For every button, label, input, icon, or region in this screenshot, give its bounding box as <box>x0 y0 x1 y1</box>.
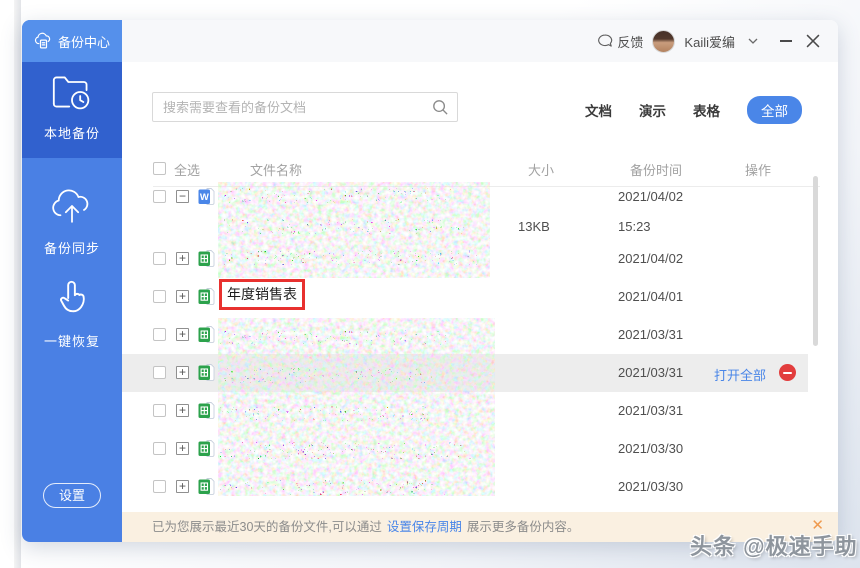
filter-tabs: 文档 演示 表格 全部 <box>585 96 802 124</box>
sidebar-header-backup-center: 备份中心 <box>22 20 122 62</box>
expand-expander[interactable]: + <box>176 480 189 493</box>
notice-text-before: 已为您展示最近30天的备份文件,可以通过 <box>152 520 382 534</box>
chevron-down-icon[interactable] <box>744 32 762 50</box>
row-backup-date: 2021/03/31 <box>618 365 684 380</box>
row-backup-date: 2021/04/01 <box>618 289 684 304</box>
column-name: 文件名称 <box>250 163 303 178</box>
user-avatar[interactable] <box>652 29 676 53</box>
row-checkbox[interactable] <box>153 442 166 455</box>
column-size: 大小 <box>528 163 555 178</box>
vertical-scrollbar-thumb[interactable] <box>813 176 818 346</box>
select-all-checkbox[interactable] <box>153 162 166 175</box>
search-box <box>152 92 458 122</box>
feedback-button[interactable]: 反馈 <box>597 32 643 50</box>
sheet-file-icon <box>198 439 215 463</box>
filter-tab-docs[interactable]: 文档 <box>585 100 612 120</box>
sidebar-header-label: 备份中心 <box>58 34 111 50</box>
filter-tab-slides[interactable]: 演示 <box>639 100 666 120</box>
sheet-file-icon <box>198 477 215 501</box>
column-action: 操作 <box>745 163 772 178</box>
row-backup-date: 2021/04/02 <box>618 189 684 204</box>
row-checkbox[interactable] <box>153 252 166 265</box>
retention-settings-link[interactable]: 设置保存周期 <box>387 520 462 534</box>
table-row: + 年度销售表 2021/04/01 <box>22 279 838 312</box>
minimize-button[interactable] <box>777 32 795 50</box>
row-checkbox[interactable] <box>153 480 166 493</box>
expand-expander[interactable]: + <box>176 252 189 265</box>
svg-text:W: W <box>200 192 209 203</box>
expand-expander[interactable]: + <box>176 290 189 303</box>
row-backup-date: 2021/03/30 <box>618 441 684 456</box>
speech-bubble-icon <box>597 34 613 48</box>
row-backup-date: 2021/03/31 <box>618 327 684 342</box>
file-name-annual-sales-sheet[interactable]: 年度销售表 <box>219 279 305 310</box>
row-checkbox[interactable] <box>153 366 166 379</box>
table-header: 全选 文件名称 大小 备份时间 操作 <box>22 160 838 180</box>
folder-clock-icon <box>50 72 94 117</box>
watermark: 头条 @极速手助 <box>690 534 858 559</box>
search-input[interactable] <box>163 93 425 121</box>
row-checkbox[interactable] <box>153 190 166 203</box>
select-all-label: 全选 <box>174 163 201 178</box>
close-button[interactable] <box>804 32 822 50</box>
open-all-link[interactable]: 打开全部 <box>714 365 766 384</box>
feedback-label: 反馈 <box>617 34 644 50</box>
close-icon <box>806 34 820 48</box>
column-time: 备份时间 <box>630 163 683 178</box>
remove-icon[interactable] <box>779 364 796 381</box>
notice-text-after: 展示更多备份内容。 <box>466 520 580 534</box>
titlebar: 反馈 Kaili爱编 <box>122 20 838 62</box>
minimize-icon <box>780 40 792 42</box>
search-icon[interactable] <box>432 99 449 121</box>
censored-filenames-block <box>218 182 490 278</box>
sheet-file-icon <box>198 325 215 349</box>
app-window: 备份中心 本地备份 备份同步 一键恢复 设置 反馈 Kaili爱编 搜索需要查看… <box>22 20 838 542</box>
expand-expander[interactable]: + <box>176 328 189 341</box>
expand-expander[interactable]: + <box>176 366 189 379</box>
collapse-expander[interactable]: − <box>176 190 189 203</box>
row-backup-date: 2021/03/31 <box>618 403 684 418</box>
row-backup-date: 2021/03/30 <box>618 479 684 494</box>
sidebar-item-local-backup[interactable]: 本地备份 <box>22 72 122 142</box>
page-edge-strip <box>14 0 21 568</box>
cloud-document-icon <box>34 32 53 50</box>
sidebar-item-label: 本地备份 <box>43 126 100 141</box>
row-checkbox[interactable] <box>153 290 166 303</box>
filter-tab-sheets[interactable]: 表格 <box>693 100 720 120</box>
filter-tab-all[interactable]: 全部 <box>747 96 802 124</box>
row-backup-date: 2021/04/02 <box>618 251 684 266</box>
expand-expander[interactable]: + <box>176 442 189 455</box>
sheet-file-icon <box>198 249 215 273</box>
sheet-file-icon <box>198 401 215 425</box>
version-time: 15:23 <box>618 219 651 234</box>
sheet-file-icon <box>198 363 215 387</box>
expand-expander[interactable]: + <box>176 404 189 417</box>
username[interactable]: Kaili爱编 <box>684 32 735 51</box>
row-checkbox[interactable] <box>153 328 166 341</box>
censored-filenames-block <box>218 318 495 496</box>
sheet-file-icon <box>198 287 215 311</box>
version-size: 13KB <box>518 219 550 234</box>
row-checkbox[interactable] <box>153 404 166 417</box>
word-file-icon: W <box>198 187 215 211</box>
